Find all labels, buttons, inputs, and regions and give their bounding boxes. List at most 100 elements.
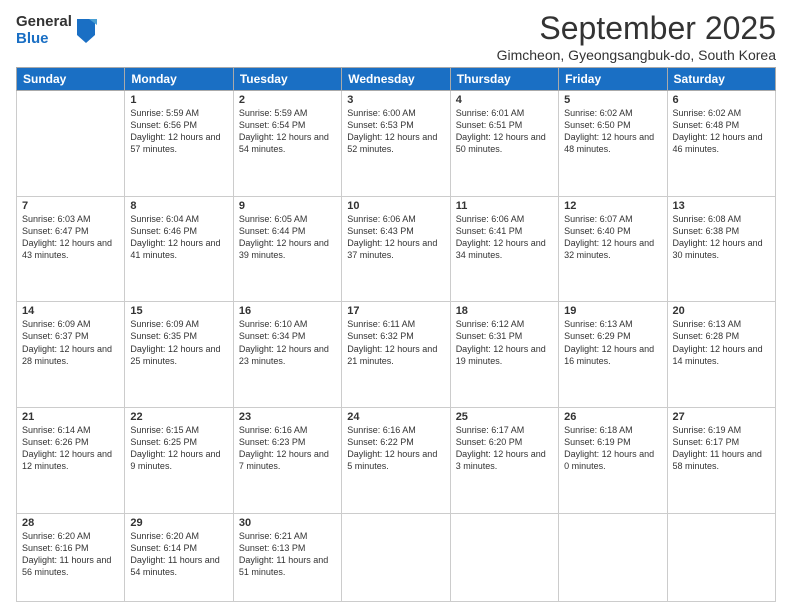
cell-text: Sunrise: 5:59 AMSunset: 6:54 PMDaylight:… [239,108,329,154]
table-row: 11 Sunrise: 6:06 AMSunset: 6:41 PMDayligh… [450,196,558,302]
day-number: 2 [239,94,336,106]
header: General Blue September 2025 Gimcheon, Gy… [16,10,776,63]
table-row: 1Sunrise: 5:59 AMSunset: 6:56 PMDaylight… [125,91,233,197]
table-row: 12 Sunrise: 6:07 AMSunset: 6:40 PMDayligh… [559,196,667,302]
cell-text: Sunrise: 6:09 AMSunset: 6:35 PMDaylight:… [130,319,220,365]
table-row: 19 Sunrise: 6:13 AMSunset: 6:29 PMDayligh… [559,302,667,408]
col-thursday: Thursday [450,68,558,91]
table-row: 8 Sunrise: 6:04 AMSunset: 6:46 PMDaylight… [125,196,233,302]
day-number: 7 [22,200,119,212]
cell-text: Sunrise: 6:16 AMSunset: 6:22 PMDaylight:… [347,425,437,471]
cell-text: Sunrise: 6:02 AMSunset: 6:50 PMDaylight:… [564,108,654,154]
day-number: 17 [347,305,444,317]
calendar-table: Sunday Monday Tuesday Wednesday Thursday… [16,67,776,602]
cell-text: Sunrise: 6:13 AMSunset: 6:29 PMDaylight:… [564,319,654,365]
cell-text: Sunrise: 6:14 AMSunset: 6:26 PMDaylight:… [22,425,112,471]
col-tuesday: Tuesday [233,68,341,91]
cell-text: Sunrise: 6:15 AMSunset: 6:25 PMDaylight:… [130,425,220,471]
day-number: 12 [564,200,661,212]
table-row: 23 Sunrise: 6:16 AMSunset: 6:23 PMDayligh… [233,407,341,513]
cell-text: Sunrise: 6:16 AMSunset: 6:23 PMDaylight:… [239,425,329,471]
logo-text: General Blue [16,14,72,47]
title-section: September 2025 Gimcheon, Gyeongsangbuk-d… [497,10,776,63]
day-number: 28 [22,517,119,529]
table-row: 26 Sunrise: 6:18 AMSunset: 6:19 PMDayligh… [559,407,667,513]
table-row: 28 Sunrise: 6:20 AMSunset: 6:16 PMDayligh… [17,513,125,601]
day-number: 15 [130,305,227,317]
cell-text: Sunrise: 6:20 AMSunset: 6:16 PMDaylight:… [22,531,111,577]
day-number: 13 [673,200,770,212]
location: Gimcheon, Gyeongsangbuk-do, South Korea [497,47,776,63]
table-row: 14 Sunrise: 6:09 AMSunset: 6:37 PMDayligh… [17,302,125,408]
day-number: 24 [347,411,444,423]
table-row: 10 Sunrise: 6:06 AMSunset: 6:43 PMDayligh… [342,196,450,302]
table-row: 5Sunrise: 6:02 AMSunset: 6:50 PMDaylight… [559,91,667,197]
day-number: 4 [456,94,553,106]
table-row: 30Sunrise: 6:21 AMSunset: 6:13 PMDayligh… [233,513,341,601]
logo-general: General [16,14,72,31]
col-friday: Friday [559,68,667,91]
table-row: 4 Sunrise: 6:01 AMSunset: 6:51 PMDaylight… [450,91,558,197]
cell-text: Sunrise: 6:04 AMSunset: 6:46 PMDaylight:… [130,214,220,260]
cell-text: Sunrise: 5:59 AMSunset: 6:56 PMDaylight:… [130,108,220,154]
table-row: 25 Sunrise: 6:17 AMSunset: 6:20 PMDayligh… [450,407,558,513]
cell-text: Sunrise: 6:02 AMSunset: 6:48 PMDaylight:… [673,108,763,154]
cell-text: Sunrise: 6:06 AMSunset: 6:43 PMDaylight:… [347,214,437,260]
day-number: 14 [22,305,119,317]
day-number: 20 [673,305,770,317]
cell-text: Sunrise: 6:01 AMSunset: 6:51 PMDaylight:… [456,108,546,154]
table-row [17,91,125,197]
day-number: 29 [130,517,227,529]
day-number: 23 [239,411,336,423]
cell-text: Sunrise: 6:00 AMSunset: 6:53 PMDaylight:… [347,108,437,154]
table-row: 24 Sunrise: 6:16 AMSunset: 6:22 PMDayligh… [342,407,450,513]
cell-text: Sunrise: 6:06 AMSunset: 6:41 PMDaylight:… [456,214,546,260]
logo: General Blue [16,14,97,47]
cell-text: Sunrise: 6:19 AMSunset: 6:17 PMDaylight:… [673,425,762,471]
cell-text: Sunrise: 6:20 AMSunset: 6:14 PMDaylight:… [130,531,219,577]
table-row: 16 Sunrise: 6:10 AMSunset: 6:34 PMDayligh… [233,302,341,408]
table-row: 3 Sunrise: 6:00 AMSunset: 6:53 PMDaylight… [342,91,450,197]
cell-text: Sunrise: 6:12 AMSunset: 6:31 PMDaylight:… [456,319,546,365]
table-row: 13 Sunrise: 6:08 AMSunset: 6:38 PMDayligh… [667,196,775,302]
table-row: 15 Sunrise: 6:09 AMSunset: 6:35 PMDayligh… [125,302,233,408]
day-number: 9 [239,200,336,212]
table-row: 17 Sunrise: 6:11 AMSunset: 6:32 PMDayligh… [342,302,450,408]
col-sunday: Sunday [17,68,125,91]
logo-blue: Blue [16,31,72,48]
table-row: 29 Sunrise: 6:20 AMSunset: 6:14 PMDayligh… [125,513,233,601]
day-number: 3 [347,94,444,106]
day-number: 21 [22,411,119,423]
cell-text: Sunrise: 6:13 AMSunset: 6:28 PMDaylight:… [673,319,763,365]
cell-text: Sunrise: 6:05 AMSunset: 6:44 PMDaylight:… [239,214,329,260]
day-number: 8 [130,200,227,212]
table-row: 2 Sunrise: 5:59 AMSunset: 6:54 PMDaylight… [233,91,341,197]
table-row [667,513,775,601]
col-monday: Monday [125,68,233,91]
table-row: 7 Sunrise: 6:03 AMSunset: 6:47 PMDaylight… [17,196,125,302]
cell-text: Sunrise: 6:10 AMSunset: 6:34 PMDaylight:… [239,319,329,365]
day-number: 16 [239,305,336,317]
day-number: 11 [456,200,553,212]
day-number: 19 [564,305,661,317]
cell-text: Sunrise: 6:08 AMSunset: 6:38 PMDaylight:… [673,214,763,260]
table-row: 21 Sunrise: 6:14 AMSunset: 6:26 PMDayligh… [17,407,125,513]
day-number: 22 [130,411,227,423]
header-row: Sunday Monday Tuesday Wednesday Thursday… [17,68,776,91]
cell-text: Sunrise: 6:18 AMSunset: 6:19 PMDaylight:… [564,425,654,471]
month-title: September 2025 [497,10,776,47]
day-number: 26 [564,411,661,423]
cell-text: Sunrise: 6:09 AMSunset: 6:37 PMDaylight:… [22,319,112,365]
table-row [450,513,558,601]
page: General Blue September 2025 Gimcheon, Gy… [0,0,792,612]
table-row [342,513,450,601]
day-number: 25 [456,411,553,423]
cell-text: Sunrise: 6:11 AMSunset: 6:32 PMDaylight:… [347,319,437,365]
cell-text: Sunrise: 6:07 AMSunset: 6:40 PMDaylight:… [564,214,654,260]
col-wednesday: Wednesday [342,68,450,91]
table-row [559,513,667,601]
day-number: 18 [456,305,553,317]
cell-text: Sunrise: 6:17 AMSunset: 6:20 PMDaylight:… [456,425,546,471]
cell-text: Sunrise: 6:03 AMSunset: 6:47 PMDaylight:… [22,214,112,260]
day-number: 10 [347,200,444,212]
